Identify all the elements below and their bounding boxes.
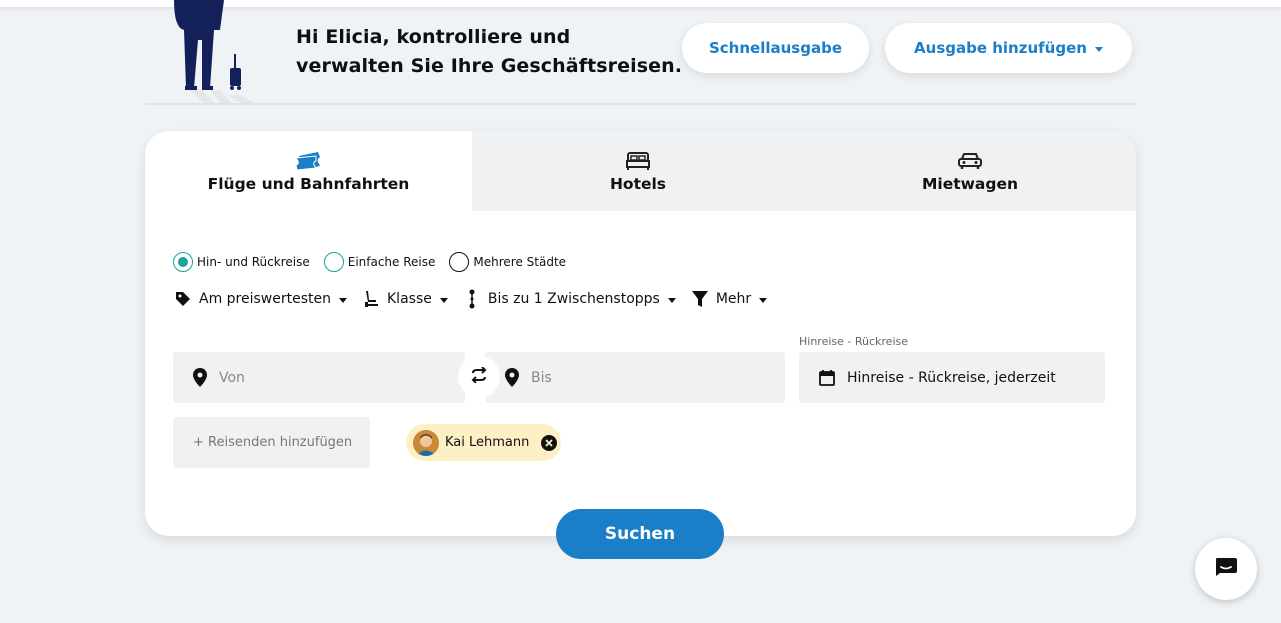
tab-rental-cars[interactable]: Mietwagen [804,131,1136,211]
filter-class[interactable]: Klasse [361,289,448,309]
trip-type-group: Hin- und Rückreise Einfache Reise Mehrer… [173,252,580,272]
tab-rental-cars-label: Mietwagen [921,175,1019,193]
filter-bar: Am preiswertesten Klasse Bis zu 1 Zwisch… [173,288,781,310]
radio-selected-indicator [173,252,193,272]
seat-icon [361,289,381,309]
radio-one-way-label: Einfache Reise [347,255,436,269]
filter-more[interactable]: Mehr [690,289,768,309]
chat-icon [1214,557,1238,581]
filter-more-label: Mehr [715,291,752,307]
tag-icon [173,289,193,309]
quick-expense-button[interactable]: Schnellausgabe [682,23,869,73]
radio-indicator [449,252,470,272]
calendar-icon [819,369,837,387]
header-divider [145,103,1136,105]
date-field-label: Hinreise - Rückreise [799,335,909,348]
location-pin-icon [193,368,209,388]
add-expense-label: Ausgabe hinzufügen [914,39,1087,57]
caret-down-icon [439,297,448,303]
avatar [413,429,439,456]
radio-round-trip[interactable]: Hin- und Rückreise [173,252,310,272]
filter-price[interactable]: Am preiswertesten [173,289,347,309]
tab-flights-label: Flüge und Bahnfahrten [207,175,410,193]
filter-stops[interactable]: Bis zu 1 Zwischenstopps [462,289,676,309]
to-field[interactable] [485,352,785,403]
greeting-line-2: verwalten Sie Ihre Geschäftsreisen. [296,55,683,77]
radio-multi-city[interactable]: Mehrere Städte [449,252,566,272]
caret-down-icon [339,297,347,303]
swap-locations-button[interactable] [458,356,500,398]
to-input[interactable] [531,369,731,386]
date-value: Hinreise - Rückreise, jederzeit [847,369,1056,386]
from-field[interactable] [173,352,465,403]
ticket-icon [295,150,323,172]
tab-hotels[interactable]: Hotels [472,131,804,211]
booking-tabs: Flüge und Bahnfahrten Hotels Mietwagen [145,131,1136,211]
date-field[interactable]: Hinreise - Rückreise, jederzeit [799,352,1105,403]
caret-down-icon [759,297,768,303]
filter-class-label: Klasse [387,291,432,307]
filter-stops-label: Bis zu 1 Zwischenstopps [487,291,660,307]
from-input[interactable] [219,369,419,386]
traveler-chip: Kai Lehmann [406,424,561,461]
search-button[interactable]: Suchen [556,509,724,559]
caret-down-icon [1094,46,1103,52]
greeting-line-1: Hi Elicia, kontrolliere und [296,26,571,48]
car-icon [956,150,984,172]
stops-icon [462,289,482,309]
remove-traveler-icon[interactable] [541,434,558,451]
location-pin-icon [505,368,521,388]
filter-price-label: Am preiswertesten [199,291,331,307]
tab-flights-trains[interactable]: Flüge und Bahnfahrten [145,131,472,211]
filter-icon [690,289,710,309]
bed-icon [624,150,652,172]
greeting-text: Hi Elicia, kontrolliere und verwalten Si… [296,23,682,81]
traveler-illustration [174,0,256,104]
quick-expense-label: Schnellausgabe [708,39,842,57]
radio-round-trip-label: Hin- und Rückreise [197,255,310,269]
swap-icon [470,366,488,387]
radio-multi-city-label: Mehrere Städte [473,255,567,269]
add-traveler-button[interactable]: + Reisenden hinzufügen [173,417,370,468]
tab-hotels-label: Hotels [609,175,667,193]
traveler-name: Kai Lehmann [445,435,530,450]
add-expense-button[interactable]: Ausgabe hinzufügen [885,23,1132,73]
caret-down-icon [667,297,676,303]
chat-button[interactable] [1195,538,1257,600]
radio-indicator [323,252,344,272]
search-card: Flüge und Bahnfahrten Hotels Mietwagen H… [145,131,1136,536]
radio-one-way[interactable]: Einfache Reise [323,252,436,272]
